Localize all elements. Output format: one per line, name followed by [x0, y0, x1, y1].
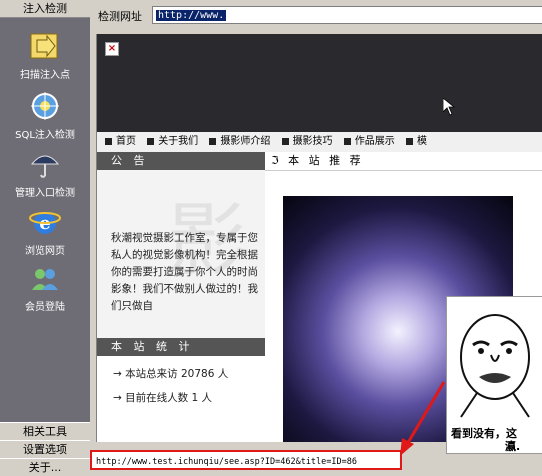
nav-bullet-icon	[105, 137, 112, 145]
broken-image-icon: ×	[105, 42, 119, 56]
nav-link-about[interactable]: 关于我们	[158, 136, 198, 147]
recommend-header: ℑ 本 站 推 荐	[265, 152, 542, 171]
site-nav: 首页 关于我们 摄影师介绍 摄影技巧 作品展示 模	[97, 132, 542, 153]
nav-link-home[interactable]: 首页	[116, 136, 136, 147]
sidebar-item-browse[interactable]: e 浏览网页	[0, 206, 90, 257]
sidebar-item-sql-injection[interactable]: SQL注入检测	[0, 90, 90, 141]
stat-unit: 人	[217, 368, 229, 380]
sidebar-item-label: 会员登陆	[25, 302, 65, 313]
nav-bullet-icon	[281, 137, 289, 145]
sidebar-item-label: 浏览网页	[25, 246, 65, 257]
nav-link-tips[interactable]: 摄影技巧	[293, 136, 333, 147]
sidebar-item-login[interactable]: 会员登陆	[0, 262, 90, 313]
injection-tool-window: 注入检测 扫描注入点 SQL注入检测 管理入口检测 e 浏览网页 会员登陆 相关…	[0, 0, 542, 476]
stat-label: 目前在线人数	[125, 392, 189, 404]
nav-bullet-icon	[147, 137, 155, 145]
stat-value: 20786	[180, 368, 215, 380]
sidebar-item-scan[interactable]: 扫描注入点	[0, 30, 90, 81]
status-url-highlight: http://www.test.ichunqiu/see.asp?ID=462&…	[90, 450, 402, 470]
mouse-cursor-icon	[443, 98, 455, 116]
stat-value: 1	[191, 392, 199, 404]
nav-bullet-icon	[405, 137, 413, 145]
arrow-folder-icon	[29, 30, 61, 62]
sidebar: 注入检测 扫描注入点 SQL注入检测 管理入口检测 e 浏览网页 会员登陆 相关…	[0, 0, 90, 476]
red-arrow-annotation	[400, 381, 446, 456]
url-toolbar: 检测网址 http://www.	[90, 0, 542, 34]
stat-row: → 本站总来访 20786 人	[113, 368, 229, 380]
notice-text: 秋潮视觉摄影工作室，专属于您私人的视觉影像机构！完全根据你的需要打造属于你个人的…	[111, 232, 258, 312]
notice-panel: 影 秋潮视觉摄影工作室，专属于您私人的视觉影像机构！完全根据你的需要打造属于你个…	[97, 170, 265, 338]
stat-row: → 目前在线人数 1 人	[113, 392, 213, 404]
sidebar-tab-about[interactable]: 关于...	[0, 458, 90, 476]
meme-face-icon	[460, 314, 530, 418]
nav-link-more[interactable]: 模	[417, 136, 427, 147]
recommend-logo-icon: ℑ	[271, 154, 282, 167]
stat-unit: 人	[201, 392, 213, 404]
stats-title: 本 站 统 计	[97, 338, 265, 356]
nav-link-works[interactable]: 作品展示	[355, 136, 395, 147]
globe-gear-icon	[29, 90, 61, 122]
recommend-title: 本 站 推 荐	[288, 154, 364, 167]
stats-panel: → 本站总来访 20786 人 → 目前在线人数 1 人	[97, 356, 265, 410]
url-label: 检测网址	[98, 10, 142, 23]
url-input[interactable]: http://www.	[152, 6, 542, 24]
ie-browser-icon: e	[29, 206, 61, 238]
left-column: 公 告 影 秋潮视觉摄影工作室，专属于您私人的视觉影像机构！完全根据你的需要打造…	[97, 152, 265, 442]
sidebar-item-label: SQL注入检测	[15, 130, 75, 141]
sidebar-item-label: 扫描注入点	[20, 70, 70, 81]
nav-bullet-icon	[343, 137, 351, 145]
sidebar-header: 注入检测	[0, 0, 90, 18]
umbrella-icon	[29, 148, 61, 180]
meme-caption-line2: 瀛.	[505, 440, 521, 453]
meme-caption-line1: 看到没有，这	[451, 427, 517, 440]
notice-title: 公 告	[97, 152, 265, 170]
site-banner: ×	[97, 34, 542, 132]
sidebar-item-admin-detect[interactable]: 管理入口检测	[0, 148, 90, 199]
sidebar-tab-tools[interactable]: 相关工具	[0, 422, 90, 441]
meme-sticker: 看到没有，这 瀛.	[446, 296, 542, 454]
nav-link-photographers[interactable]: 摄影师介绍	[220, 136, 270, 147]
stat-label: 本站总来访	[125, 368, 178, 380]
meme-caption: 看到没有，这 瀛.	[451, 427, 542, 453]
sidebar-item-label: 管理入口检测	[15, 188, 75, 199]
url-value: http://www.	[156, 10, 227, 21]
users-icon	[29, 262, 61, 294]
nav-bullet-icon	[209, 137, 217, 145]
sidebar-tab-settings[interactable]: 设置选项	[0, 440, 90, 459]
